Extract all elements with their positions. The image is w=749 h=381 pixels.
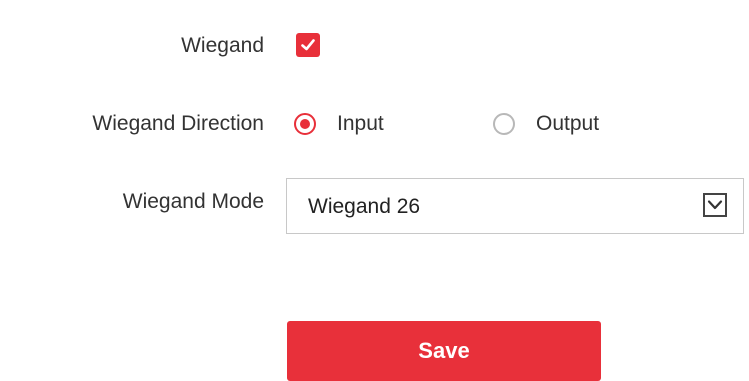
direction-output-radio[interactable] [493,113,515,135]
wiegand-mode-value: Wiegand 26 [308,195,421,218]
save-button[interactable]: Save [287,321,601,381]
wiegand-label: Wiegand [181,34,264,57]
direction-input-label: Input [337,112,384,135]
direction-output-option[interactable]: Output [493,111,599,137]
wiegand-mode-label: Wiegand Mode [122,190,264,213]
direction-input-option[interactable]: Input [294,111,384,137]
direction-input-radio[interactable] [294,113,316,135]
wiegand-checkbox[interactable] [296,33,320,57]
checkmark-icon [301,39,315,51]
direction-output-label: Output [536,112,600,135]
wiegand-mode-select[interactable]: Wiegand 26 [286,178,744,234]
wiegand-direction-label: Wiegand Direction [92,112,264,135]
chevron-down-icon[interactable] [703,193,727,217]
